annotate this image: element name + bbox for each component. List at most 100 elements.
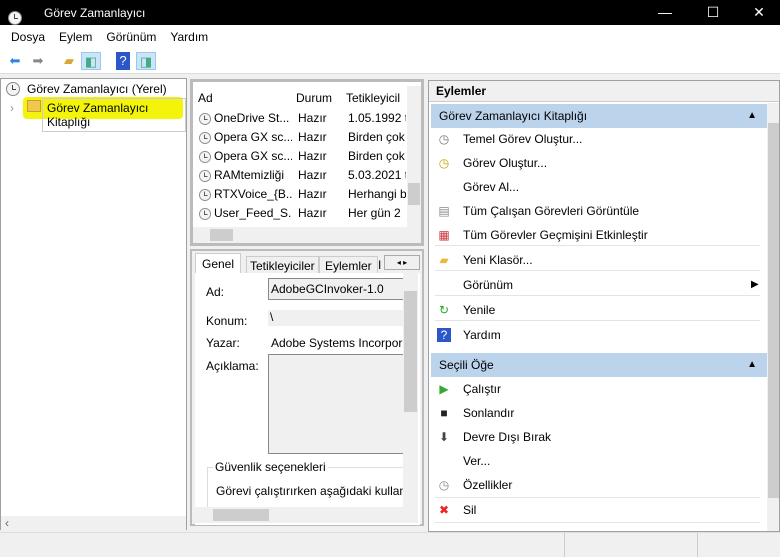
action-item[interactable]: ↻ Yenile [435,298,755,322]
forward-arrow-icon[interactable]: ➡ [28,52,48,70]
column-tetikleyiciler[interactable]: Tetikleyicil [346,91,406,105]
menu-dosya[interactable]: Dosya [11,30,45,44]
description-label: Açıklama: [206,359,259,373]
back-arrow-icon[interactable]: ⬅ [5,52,25,70]
action-label: Ver... [463,454,491,468]
description-field[interactable] [268,354,408,454]
tree-item-library[interactable]: Görev Zamanlayıcı Kitaplığı [42,98,186,132]
stop-icon: ■ [440,406,448,420]
basic-task-icon: ◷ [438,132,450,146]
section-title: Görev Zamanlayıcı Kitaplığı [439,109,588,123]
column-durum[interactable]: Durum [296,91,332,105]
tab-more[interactable]: I [376,256,383,274]
up-folder-icon[interactable]: ▰ [59,52,79,70]
table-row[interactable]: Opera GX sc... Hazır Birden çok [193,147,407,166]
action-label: Tüm Çalışan Görevleri Görüntüle [463,204,640,218]
name-field[interactable]: AdobeGCInvoker-1.0 [268,278,408,300]
list-header: Ad Durum Tetikleyicil [193,87,408,109]
table-row[interactable]: RAMtemizliği Hazır 5.03.2021 t [193,166,407,185]
action-label: Özellikler [463,478,513,492]
action-item[interactable]: ▦ Tüm Görevler Geçmişini Etkinleştir [435,223,755,247]
task-status: Hazır [298,149,327,163]
help-icon: ? [437,328,451,342]
horizontal-scrollbar[interactable] [195,507,418,523]
task-name: Opera GX sc... [214,130,292,144]
action-label: Yenile [463,303,496,317]
clock-icon [199,151,211,163]
section-title: Seçili Öğe [439,358,494,372]
action-item[interactable]: ▰ Yeni Klasör... [435,248,755,272]
close-button[interactable]: ✕ [736,0,780,25]
minimize-button[interactable]: — [642,0,688,25]
clock-icon [6,82,20,96]
section-selected-item[interactable]: Seçili Öğe ▲ [431,353,767,377]
table-row[interactable]: User_Feed_S... Hazır Her gün 2 [193,204,407,223]
action-item[interactable]: ✖ Sil [435,498,755,522]
delete-icon: ✖ [438,503,450,517]
table-row[interactable]: OneDrive St... Hazır 1.05.1992 t [193,109,407,128]
details-pane: Genel Tetikleyiciler Eylemler I ◂ ▸ Ad: … [190,249,424,526]
menu-gorunum[interactable]: Görünüm [106,30,156,44]
action-label: Temel Görev Oluştur... [463,132,583,146]
task-trigger: Birden çok [348,149,405,163]
task-status: Hazır [298,111,327,125]
collapse-icon[interactable]: ▲ [747,353,757,377]
action-item[interactable]: ▤ Tüm Çalışan Görevleri Görüntüle [435,199,755,223]
folder-clock-icon [27,100,41,112]
show-hide-tree-icon[interactable]: ◧ [81,52,101,70]
maximize-button[interactable]: ☐ [690,0,736,25]
task-status: Hazır [298,130,327,144]
tab-scroll-arrows[interactable]: ◂ ▸ [384,255,420,270]
tree-root[interactable]: Görev Zamanlayıcı (Yerel) [27,82,167,96]
name-label: Ad: [206,285,225,299]
horizontal-scrollbar[interactable] [193,227,421,243]
action-label: Yardım [463,328,501,342]
show-hide-action-pane-icon[interactable]: ◨ [136,52,156,70]
action-item[interactable]: Görev Al... [435,175,755,199]
action-item[interactable]: ⬇ Devre Dışı Bırak [435,425,755,449]
task-name: RAMtemizliği [214,168,285,182]
vertical-scrollbar[interactable] [403,273,418,507]
task-trigger: Birden çok [348,130,405,144]
section-library[interactable]: Görev Zamanlayıcı Kitaplığı ▲ [431,104,767,128]
submenu-arrow-icon: ▶ [751,279,759,290]
task-status: Hazır [298,187,327,201]
column-ad[interactable]: Ad [198,91,213,105]
collapse-icon[interactable]: ▲ [747,104,757,128]
action-item[interactable]: Ver... [435,449,755,473]
menu-yardim[interactable]: Yardım [170,30,208,44]
task-trigger: 5.03.2021 t [348,168,406,182]
action-item[interactable]: ▶ Çalıştır [435,377,755,401]
status-bar [0,532,780,557]
location-label: Konum: [206,314,248,328]
title-bar: Görev Zamanlayıcı — ☐ ✕ [0,0,780,25]
vertical-scrollbar[interactable] [767,103,779,531]
task-trigger: 1.05.1992 t [348,111,406,125]
task-status: Hazır [298,206,327,220]
author-label: Yazar: [206,336,240,350]
action-item[interactable]: ? Yardım [435,323,755,347]
table-row[interactable]: RTXVoice_{B... Hazır Herhangi b [193,185,407,204]
vertical-scrollbar[interactable] [407,86,421,227]
table-row[interactable]: Opera GX sc... Hazır Birden çok [193,128,407,147]
history-icon: ▦ [438,228,450,242]
action-item[interactable]: ◷ Görev Oluştur... [435,151,755,175]
action-item[interactable]: ◷ Özellikler [435,473,755,497]
help-icon[interactable]: ? [116,52,130,70]
clock-icon [199,113,211,125]
action-item[interactable]: ◷ Temel Görev Oluştur... [435,127,755,151]
actions-header: Eylemler [429,81,779,102]
expand-chevron-icon[interactable]: › [10,101,14,115]
action-item[interactable]: Görünüm ▶ [435,273,759,297]
window-title: Görev Zamanlayıcı [44,5,146,20]
menu-eylem[interactable]: Eylem [59,30,92,44]
action-item[interactable]: ■ Sonlandır [435,401,755,425]
location-value: \ [268,310,408,326]
clock-icon [199,132,211,144]
general-tab-content: Ad: AdobeGCInvoker-1.0 Konum: \ Yazar: A… [195,273,420,525]
tab-genel[interactable]: Genel [195,253,242,274]
task-trigger: Her gün 2 [348,206,401,220]
action-label: Yeni Klasör... [463,253,533,267]
run-icon: ▶ [439,382,449,396]
horizontal-scrollbar[interactable]: ‹ [1,516,186,530]
